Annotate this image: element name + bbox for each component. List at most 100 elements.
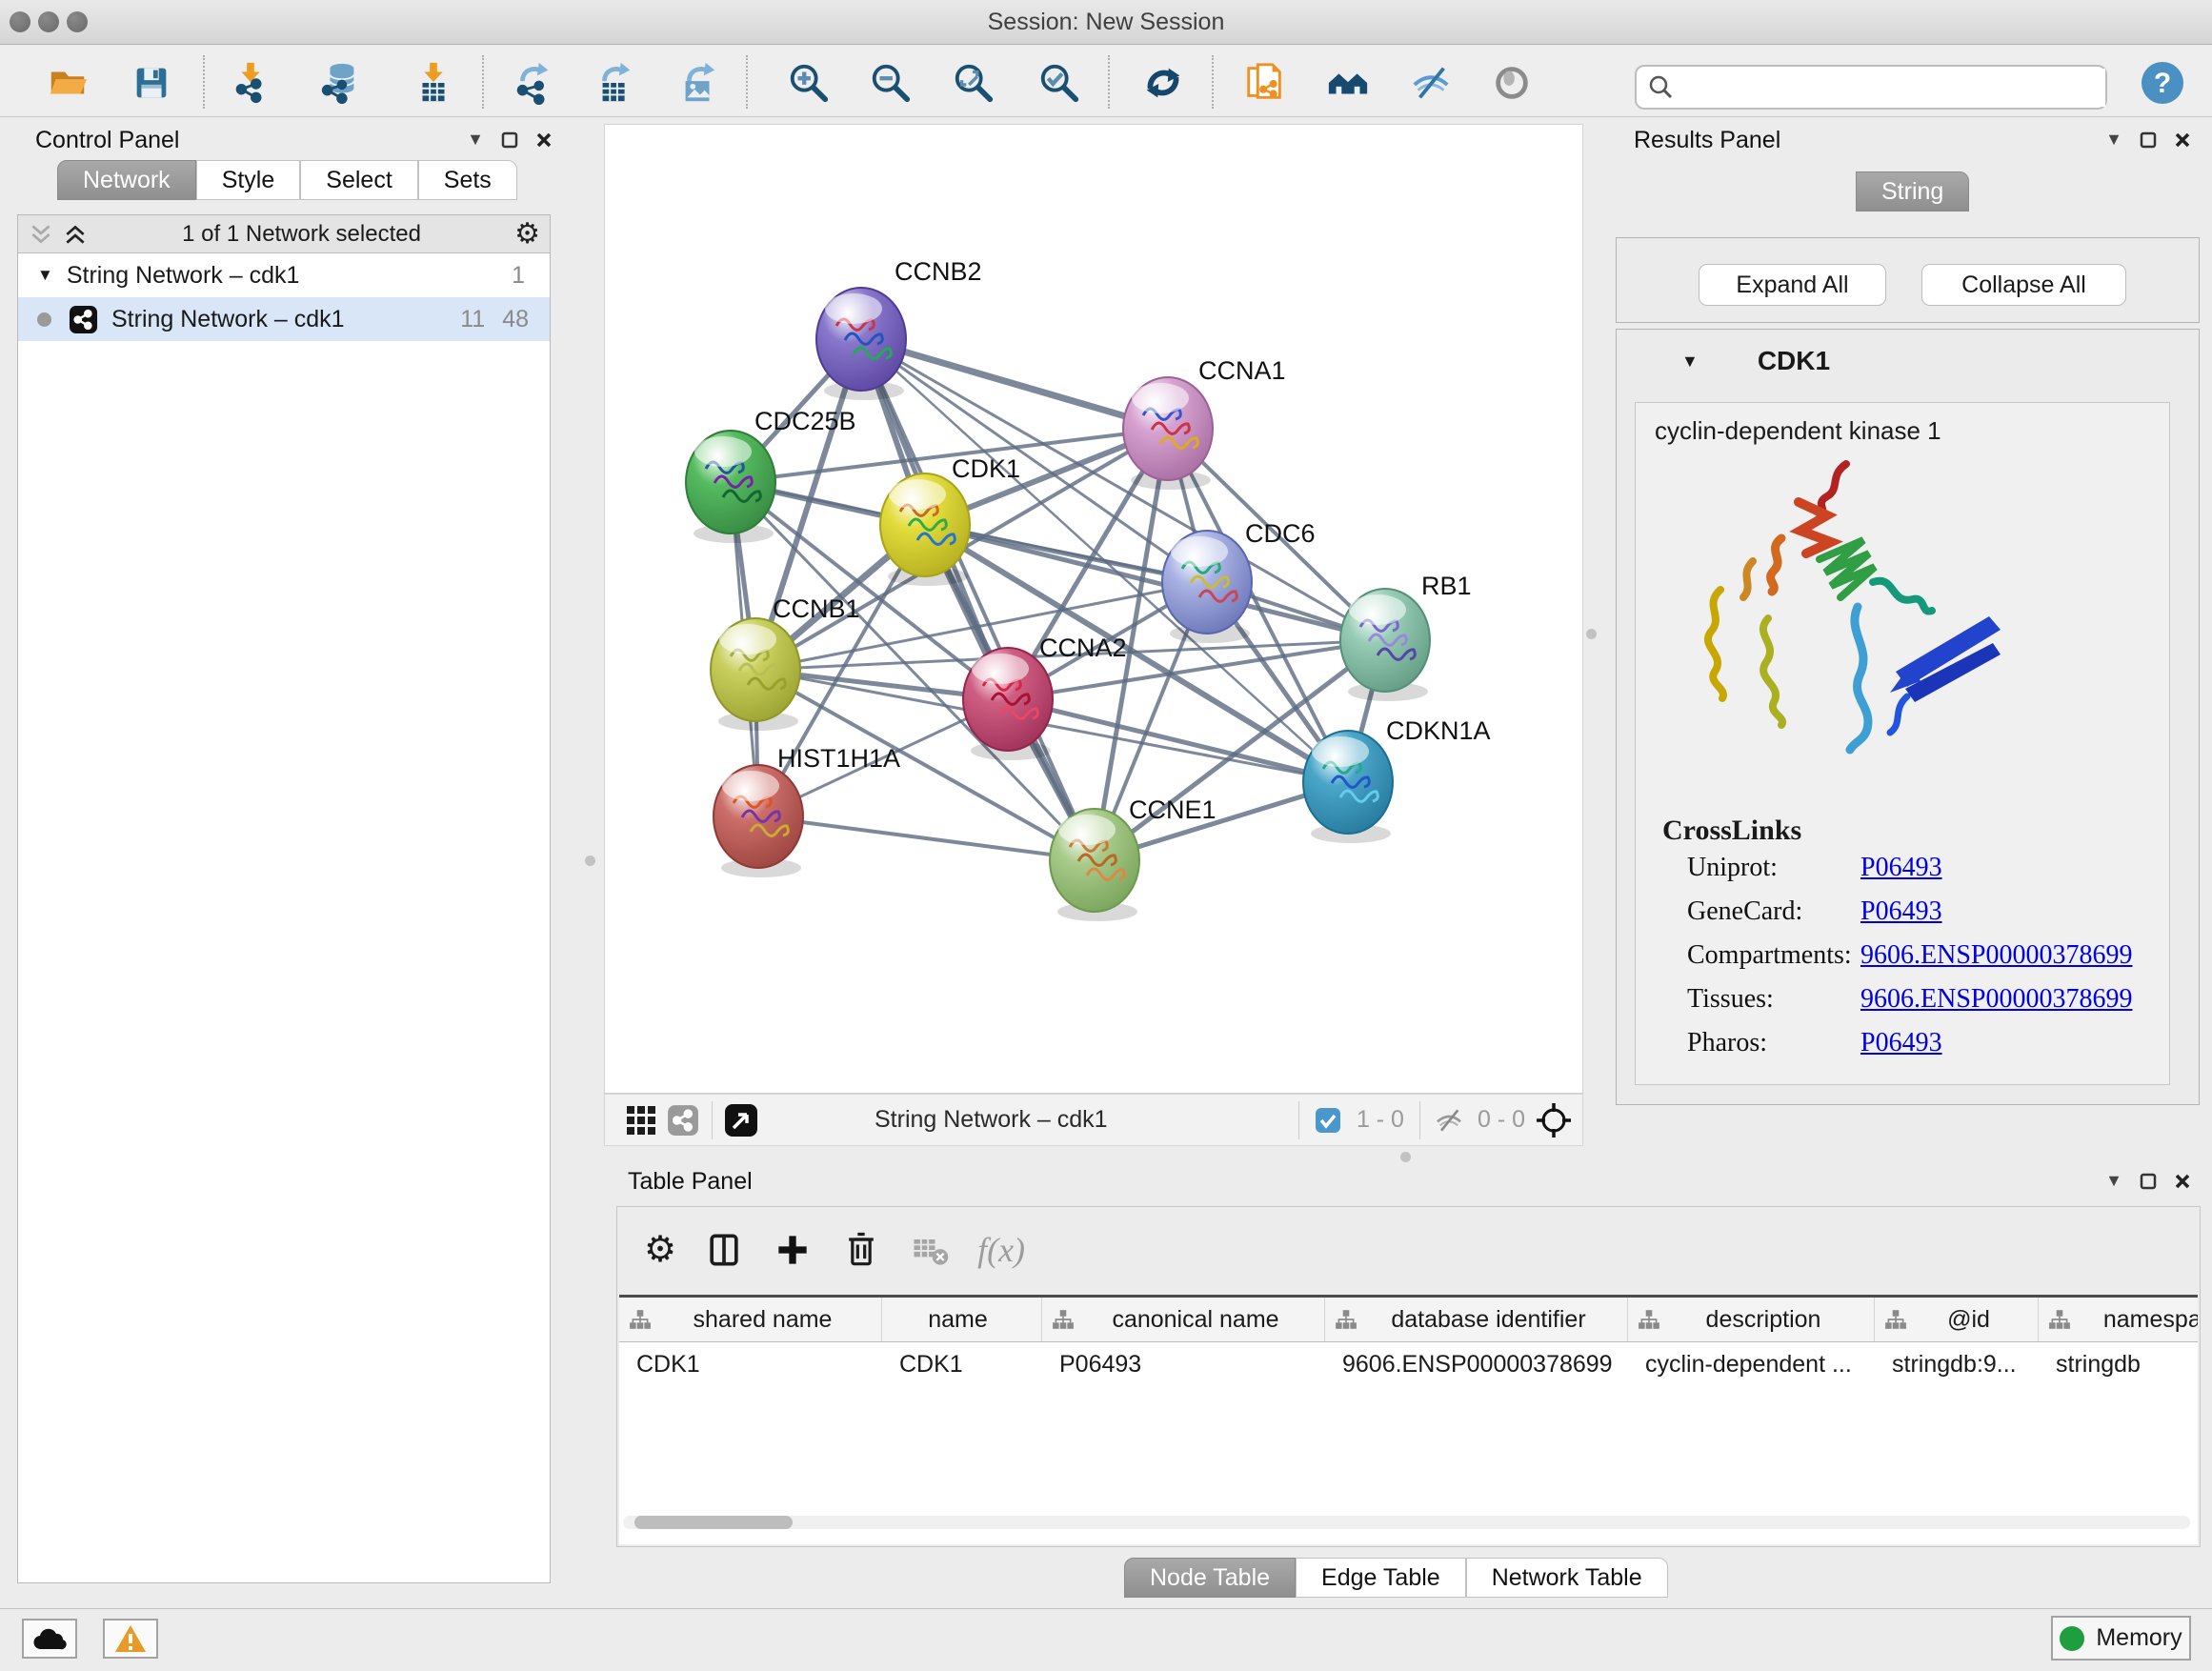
warning-button[interactable] bbox=[103, 1619, 158, 1659]
refresh-layout-icon[interactable] bbox=[1139, 59, 1187, 107]
column-header-name[interactable]: name bbox=[882, 1298, 1042, 1341]
tab-edge-table[interactable]: Edge Table bbox=[1296, 1558, 1466, 1598]
zoom-fit-icon[interactable] bbox=[950, 59, 997, 107]
collection-count: 1 bbox=[512, 262, 525, 290]
table-row[interactable]: CDK1CDK1P064939606.ENSP00000378699cyclin… bbox=[619, 1342, 2198, 1386]
open-session-icon[interactable] bbox=[44, 59, 91, 107]
bottom-splitter-handle[interactable] bbox=[1400, 1152, 1411, 1162]
export-network-icon[interactable] bbox=[510, 59, 557, 107]
tab-select[interactable]: Select bbox=[300, 160, 417, 200]
tab-network-table[interactable]: Network Table bbox=[1466, 1558, 1668, 1598]
collapse-all-icon[interactable] bbox=[28, 222, 54, 247]
panel-menu-icon[interactable]: ▼ bbox=[2105, 130, 2122, 150]
crosslinks-title: CrossLinks bbox=[1662, 815, 1801, 847]
help-icon[interactable]: ? bbox=[2139, 59, 2186, 107]
collapse-all-button[interactable]: Collapse All bbox=[1921, 264, 2126, 306]
network-graph[interactable]: CCNB2CCNA1CDC25BCDK1CDC6RB1CCNB1CCNA2CDK… bbox=[605, 125, 1582, 1093]
selected-checkbox-icon[interactable] bbox=[1307, 1099, 1349, 1141]
column-header--id[interactable]: @id bbox=[1875, 1298, 2039, 1341]
selected-count: 1 - 0 bbox=[1357, 1106, 1404, 1134]
edge-CCNB2-CCNA1[interactable] bbox=[861, 339, 1168, 429]
hidden-eye-icon[interactable] bbox=[1428, 1099, 1470, 1141]
export-table-icon[interactable] bbox=[592, 59, 639, 107]
edge-HIST1H1A-CCNE1[interactable] bbox=[758, 816, 1095, 860]
node-label-CCNE1: CCNE1 bbox=[1129, 795, 1217, 824]
tab-string[interactable]: String bbox=[1856, 171, 1969, 211]
column-label: @id bbox=[1907, 1306, 2038, 1334]
tab-style[interactable]: Style bbox=[196, 160, 301, 200]
export-image-icon[interactable] bbox=[674, 59, 722, 107]
gene-section-header[interactable]: ▼ CDK1 bbox=[1617, 330, 2199, 393]
panel-float-icon[interactable] bbox=[2140, 1173, 2157, 1190]
panel-close-icon[interactable] bbox=[535, 131, 553, 149]
crosslink-label: Compartments: bbox=[1687, 940, 1860, 984]
main-toolbar: ? bbox=[0, 46, 2212, 117]
table-cell: stringdb:9... bbox=[1875, 1342, 2039, 1386]
crosslink-link[interactable]: 9606.ENSP00000378699 bbox=[1860, 940, 2132, 984]
right-splitter-handle[interactable] bbox=[1586, 629, 1597, 639]
tree-options-gear-icon[interactable]: ⚙ bbox=[514, 220, 540, 249]
bar-separator bbox=[1419, 1101, 1420, 1139]
cloud-button[interactable] bbox=[22, 1619, 77, 1659]
tab-node-table[interactable]: Node Table bbox=[1124, 1558, 1296, 1598]
control-panel-tabs: NetworkStyleSelectSets bbox=[57, 160, 517, 200]
search-input[interactable] bbox=[1675, 69, 2105, 107]
crosslink-link[interactable]: P06493 bbox=[1860, 1028, 1942, 1072]
node-highlight bbox=[1132, 383, 1189, 413]
zoom-out-icon[interactable] bbox=[867, 59, 915, 107]
horizontal-scrollbar[interactable] bbox=[623, 1516, 2190, 1529]
import-network-database-icon[interactable] bbox=[316, 59, 364, 107]
tree-expander-icon[interactable]: ▼ bbox=[37, 266, 53, 285]
crosslink-link[interactable]: P06493 bbox=[1860, 853, 1942, 896]
import-table-icon[interactable] bbox=[410, 59, 457, 107]
network-list-icon[interactable] bbox=[662, 1099, 704, 1141]
column-header-namespace[interactable]: namespace bbox=[2039, 1298, 2198, 1341]
panel-float-icon[interactable] bbox=[2140, 131, 2157, 149]
network-collection-row[interactable]: ▼ String Network – cdk1 1 bbox=[18, 253, 550, 297]
column-type-icon bbox=[1884, 1309, 1907, 1330]
import-network-file-icon[interactable] bbox=[227, 59, 274, 107]
home-networks-icon[interactable] bbox=[1324, 59, 1372, 107]
node-label-HIST1H1A: HIST1H1A bbox=[777, 744, 900, 773]
edge-CCNB2-CCNE1[interactable] bbox=[861, 339, 1095, 860]
panel-menu-icon[interactable]: ▼ bbox=[2105, 1171, 2122, 1191]
crosslink-link[interactable]: 9606.ENSP00000378699 bbox=[1860, 984, 2132, 1028]
add-column-icon[interactable] bbox=[772, 1229, 814, 1271]
table-cell: cyclin-dependent ... bbox=[1628, 1342, 1875, 1386]
save-session-icon[interactable] bbox=[128, 59, 175, 107]
zoom-selected-icon[interactable] bbox=[1036, 59, 1083, 107]
bar-separator bbox=[1298, 1101, 1299, 1139]
node-table: shared namenamecanonical namedatabase id… bbox=[619, 1295, 2198, 1544]
section-expander-icon[interactable]: ▼ bbox=[1681, 352, 1699, 372]
fit-selected-crosshair-icon[interactable] bbox=[1533, 1099, 1575, 1141]
panel-close-icon[interactable] bbox=[2174, 131, 2191, 149]
table-settings-gear-icon[interactable]: ⚙ bbox=[644, 1232, 676, 1268]
string-import-icon[interactable] bbox=[1241, 59, 1289, 107]
scrollbar-thumb[interactable] bbox=[634, 1516, 793, 1529]
expand-all-icon[interactable] bbox=[62, 222, 89, 247]
crosslink-link[interactable]: P06493 bbox=[1860, 896, 1942, 940]
panel-float-icon[interactable] bbox=[501, 131, 518, 149]
results-panel: Results Panel ▼ String Expand All Collap… bbox=[1622, 124, 2212, 1115]
column-header-shared-name[interactable]: shared name bbox=[619, 1298, 882, 1341]
delete-column-icon[interactable] bbox=[840, 1229, 882, 1271]
crosslink-label: Pharos: bbox=[1687, 1028, 1860, 1072]
tab-sets[interactable]: Sets bbox=[418, 160, 517, 200]
network-row[interactable]: String Network – cdk1 11 48 bbox=[18, 297, 550, 341]
column-header-canonical-name[interactable]: canonical name bbox=[1042, 1298, 1325, 1341]
column-header-database-identifier[interactable]: database identifier bbox=[1325, 1298, 1628, 1341]
show-columns-icon[interactable] bbox=[703, 1229, 745, 1271]
expand-all-button[interactable]: Expand All bbox=[1699, 264, 1886, 306]
memory-button[interactable]: Memory bbox=[2051, 1616, 2191, 1661]
column-header-description[interactable]: description bbox=[1628, 1298, 1875, 1341]
panel-menu-icon[interactable]: ▼ bbox=[467, 130, 484, 150]
birdseye-view-icon[interactable] bbox=[720, 1099, 762, 1141]
show-hide-icon[interactable] bbox=[1407, 59, 1455, 107]
left-splitter-handle[interactable] bbox=[585, 856, 595, 866]
zoom-in-icon[interactable] bbox=[785, 59, 833, 107]
tab-network[interactable]: Network bbox=[57, 160, 196, 200]
grid-view-icon[interactable] bbox=[620, 1099, 662, 1141]
panel-close-icon[interactable] bbox=[2174, 1173, 2191, 1190]
network-canvas[interactable]: CCNB2CCNA1CDC25BCDK1CDC6RB1CCNB1CCNA2CDK… bbox=[604, 124, 1583, 1094]
highlight-icon[interactable] bbox=[1488, 59, 1536, 107]
